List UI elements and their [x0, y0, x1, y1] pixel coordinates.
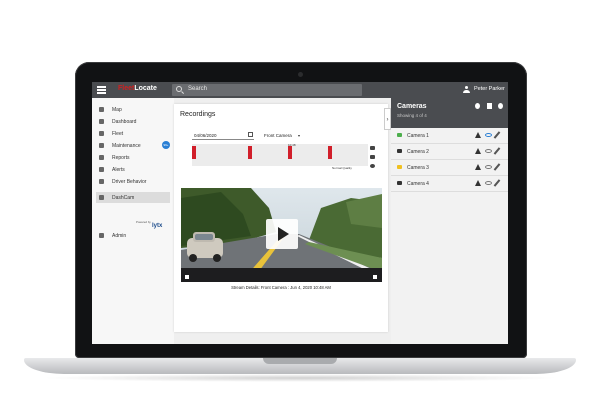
bookmark-icon[interactable]	[487, 103, 492, 109]
hamburger-menu-icon[interactable]	[97, 86, 106, 94]
camera-icon	[397, 181, 402, 185]
recording-timeline[interactable]: 10:48	[192, 143, 368, 166]
eye-icon[interactable]	[485, 181, 492, 185]
cameras-panel: Cameras Showing 4 of 4 Camera 1 Camera 2…	[391, 98, 508, 344]
search-placeholder: Search	[188, 86, 208, 92]
sidebar-item-label: Map	[112, 107, 122, 113]
camera-icon	[397, 133, 402, 137]
edit-icon[interactable]	[493, 147, 501, 155]
dashboard-icon	[99, 119, 104, 124]
play-icon[interactable]	[185, 275, 189, 279]
cameras-panel-title: Cameras	[397, 103, 427, 110]
calendar-icon[interactable]	[248, 132, 253, 137]
sidebar-item-maintenance[interactable]: Maintenance 99+	[96, 140, 170, 151]
sidebar-item-label: Fleet	[112, 131, 124, 137]
sidebar-item-admin[interactable]: Admin	[96, 230, 170, 241]
wrench-icon	[99, 143, 104, 148]
sidebar-item-map[interactable]: Map	[96, 104, 170, 115]
report-icon	[99, 155, 104, 160]
sidebar: Map Dashboard Fleet Maintenance 99+ Repo…	[92, 98, 174, 344]
edit-icon[interactable]	[493, 179, 501, 187]
sidebar-item-label: Dashboard	[112, 119, 137, 125]
recording-clip[interactable]	[248, 146, 252, 159]
sidebar-item-dashboard[interactable]: Dashboard	[96, 116, 170, 127]
camera-select-value: Front Camera	[264, 133, 292, 138]
play-button[interactable]	[266, 219, 298, 249]
sidebar-item-reports[interactable]: Reports	[96, 152, 170, 163]
chevron-down-icon	[298, 134, 300, 137]
top-bar: FleetLocate Search Peter Parker	[92, 82, 508, 98]
sidebar-item-alerts[interactable]: Alerts	[96, 164, 170, 175]
camera-label: Camera 4	[407, 181, 429, 187]
map-icon	[99, 107, 104, 112]
warning-icon	[475, 180, 481, 186]
cameras-panel-subtitle: Showing 4 of 4	[397, 113, 427, 118]
user-name[interactable]: Peter Parker	[474, 86, 505, 92]
sidebar-item-label: Maintenance	[112, 143, 141, 149]
sidebar-item-label: Admin	[112, 233, 127, 239]
alert-icon	[99, 167, 104, 172]
sidebar-item-label: Alerts	[112, 167, 125, 173]
camera-row[interactable]: Camera 4	[391, 176, 508, 192]
add-icon[interactable]	[498, 103, 503, 109]
recordings-card: Recordings 04/06/2020 Front Camera 10:48…	[174, 104, 388, 332]
fleet-icon	[99, 131, 104, 136]
camera-row[interactable]: Camera 1	[391, 128, 508, 144]
stream-details: Stream Details: Front Camera : Jun 4, 20…	[231, 285, 331, 290]
date-field[interactable]: 04/06/2020	[192, 131, 254, 140]
sidebar-item-label: DashCam	[112, 195, 135, 201]
edit-icon[interactable]	[493, 163, 501, 171]
warning-icon	[475, 132, 481, 138]
sidebar-item-label: Driver Behavior	[112, 179, 147, 185]
sidebar-item-dashcam[interactable]: DashCam	[96, 192, 170, 203]
video-player[interactable]	[181, 188, 382, 282]
gear-icon	[99, 233, 104, 238]
search-icon	[176, 86, 182, 92]
camera-icon	[397, 149, 402, 153]
search-input[interactable]: Search	[172, 84, 362, 96]
sidebar-item-driver-behavior[interactable]: Driver Behavior	[96, 176, 170, 187]
laptop-notch	[263, 358, 337, 364]
powered-by-label: Powered by	[136, 220, 151, 224]
sidebar-item-fleet[interactable]: Fleet	[96, 128, 170, 139]
warning-icon	[475, 148, 481, 154]
user-icon[interactable]	[463, 86, 470, 94]
camera-icon	[99, 195, 104, 200]
cameras-panel-header: Cameras Showing 4 of 4	[391, 98, 508, 128]
laptop-shadow	[40, 374, 560, 382]
recording-clip[interactable]	[328, 146, 332, 159]
camera-row[interactable]: Camera 3	[391, 160, 508, 176]
recording-clip[interactable]	[192, 146, 196, 159]
date-value: 04/06/2020	[194, 133, 217, 138]
download-icon[interactable]	[370, 155, 375, 159]
screen: FleetLocate Search Peter Parker Map Dash…	[92, 82, 508, 344]
camera-row[interactable]: Camera 2	[391, 144, 508, 160]
eye-icon[interactable]	[485, 133, 492, 137]
quality-select[interactable]: Normal Quality	[332, 166, 352, 170]
page-title: Recordings	[180, 111, 216, 118]
edit-icon[interactable]	[493, 131, 501, 139]
time-marker-label: 10:48	[288, 143, 296, 147]
webcam	[298, 72, 303, 77]
partner-logo: lytx	[152, 223, 163, 229]
camera-select[interactable]: Front Camera	[262, 131, 304, 140]
eye-icon[interactable]	[485, 165, 492, 169]
fullscreen-icon[interactable]	[373, 275, 377, 279]
settings-icon[interactable]	[370, 164, 375, 168]
eye-icon[interactable]	[485, 149, 492, 153]
app-logo: FleetLocate	[118, 85, 157, 92]
camera-label: Camera 2	[407, 149, 429, 155]
camera-label: Camera 3	[407, 165, 429, 171]
sidebar-item-label: Reports	[112, 155, 130, 161]
print-icon[interactable]	[370, 146, 375, 150]
warning-icon	[475, 164, 481, 170]
search-icon[interactable]	[475, 103, 480, 109]
camera-icon	[397, 165, 402, 169]
driver-icon	[99, 179, 104, 184]
camera-label: Camera 1	[407, 133, 429, 139]
collapse-panel-handle[interactable]: ›	[384, 108, 391, 130]
recording-clip[interactable]	[288, 146, 292, 159]
notification-badge: 99+	[162, 141, 170, 149]
